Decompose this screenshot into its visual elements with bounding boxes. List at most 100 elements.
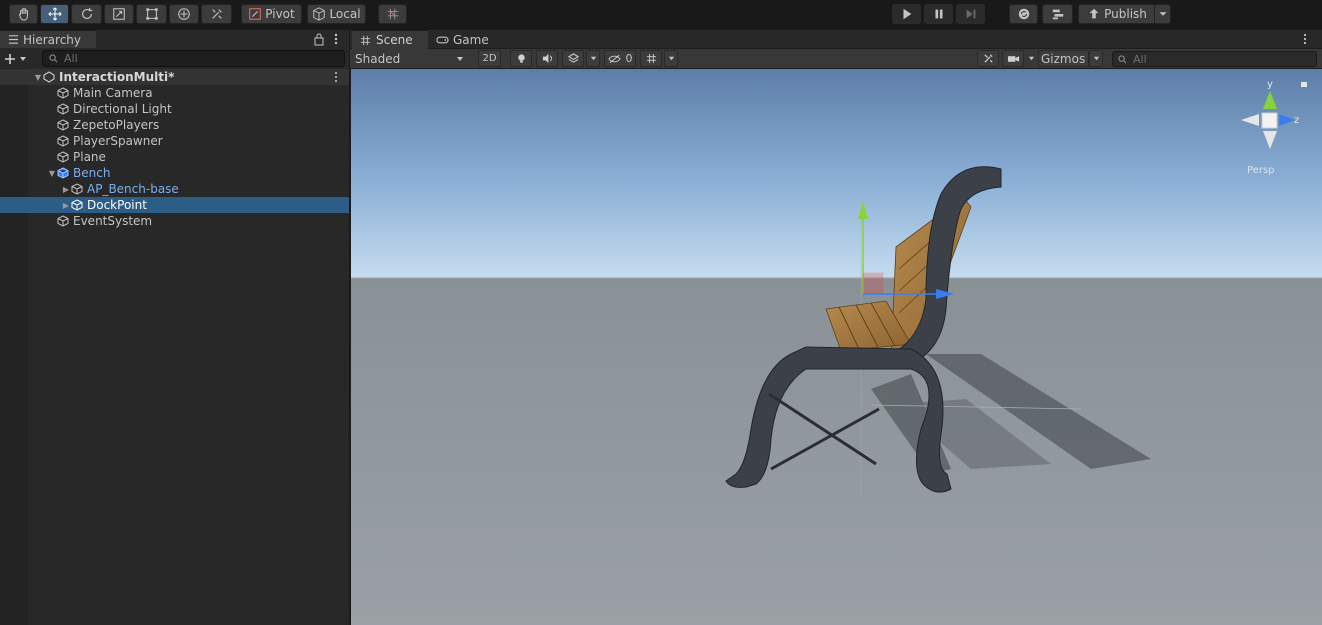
expand-arrow-icon[interactable]: ▼ xyxy=(33,73,43,82)
gameobject-cube-icon xyxy=(71,183,83,195)
grid-dropdown[interactable] xyxy=(664,50,678,67)
lock-icon[interactable] xyxy=(313,32,325,46)
camera-dropdown[interactable] xyxy=(1026,50,1036,67)
hierarchy-item-label: ZepetoPlayers xyxy=(73,118,160,132)
gameobject-cube-icon xyxy=(57,215,69,227)
hierarchy-item[interactable]: Plane xyxy=(0,149,349,165)
search-placeholder: All xyxy=(64,52,78,65)
game-tab-label: Game xyxy=(453,32,489,47)
hierarchy-item[interactable]: ZepetoPlayers xyxy=(0,117,349,133)
rotate-tool-button[interactable] xyxy=(71,4,102,24)
gizmos-dropdown[interactable] xyxy=(1089,50,1103,67)
tab-scene[interactable]: Scene xyxy=(352,30,428,49)
chevron-down-icon xyxy=(1159,12,1166,16)
scale-tool-button[interactable] xyxy=(104,4,134,24)
gameobject-cube-icon xyxy=(57,151,69,163)
prefab-cube-icon xyxy=(57,167,69,179)
sky xyxy=(351,69,1322,278)
play-button[interactable] xyxy=(892,4,921,24)
draw-mode-value: Shaded xyxy=(355,51,401,66)
scene-view-header: Scene Game xyxy=(350,30,1322,49)
collab-button[interactable] xyxy=(1009,4,1038,24)
publish-label: Publish xyxy=(1104,7,1147,21)
hierarchy-item-label: PlayerSpawner xyxy=(73,134,163,148)
scene-tools-button[interactable] xyxy=(977,50,999,67)
scene-camera-button[interactable] xyxy=(1002,50,1024,67)
eye-slash-icon xyxy=(607,54,621,63)
publish-dropdown[interactable] xyxy=(1154,4,1171,24)
main-toolbar: Pivot Local Publish xyxy=(0,0,1322,29)
chevron-down-icon xyxy=(668,56,674,61)
local-toggle[interactable]: Local xyxy=(307,4,366,24)
grid-toggle[interactable] xyxy=(640,50,662,67)
gizmos-label: Gizmos xyxy=(1041,51,1086,66)
gameobject-cube-icon xyxy=(57,119,69,131)
scene-kebab-icon[interactable] xyxy=(333,71,339,86)
scene-search-placeholder: All xyxy=(1133,52,1147,66)
scene-search-input[interactable]: All xyxy=(1112,51,1317,67)
scene-kebab-menu-icon[interactable] xyxy=(1302,33,1308,48)
tab-game[interactable]: Game xyxy=(430,30,500,49)
layers-button[interactable] xyxy=(1042,4,1073,24)
add-object-button[interactable] xyxy=(4,51,34,67)
hierarchy-item[interactable]: ▶ AP_Bench-base xyxy=(0,181,349,197)
hierarchy-search-input[interactable]: All xyxy=(42,50,345,67)
move-icon xyxy=(48,7,61,21)
transform-tool-button[interactable] xyxy=(169,4,199,24)
publish-button[interactable]: Publish xyxy=(1078,4,1156,24)
scene-render: y z Persp xyxy=(351,69,1322,625)
hierarchy-item-label: Bench xyxy=(73,166,111,180)
step-button[interactable] xyxy=(956,4,985,24)
audio-toggle[interactable] xyxy=(536,50,558,67)
gizmo-lock-icon[interactable] xyxy=(1301,82,1307,87)
hierarchy-item[interactable]: Directional Light xyxy=(0,101,349,117)
local-label: Local xyxy=(329,7,361,21)
custom-tool-button[interactable] xyxy=(201,4,232,24)
pause-button[interactable] xyxy=(924,4,953,24)
effects-toggle[interactable] xyxy=(562,50,584,67)
effects-dropdown[interactable] xyxy=(586,50,600,67)
projection-label[interactable]: Persp xyxy=(1247,165,1275,176)
scene-name: InteractionMulti* xyxy=(59,70,175,84)
kebab-menu-icon[interactable] xyxy=(331,32,341,46)
hierarchy-item[interactable]: Main Camera xyxy=(0,85,349,101)
scene-root-row[interactable]: ▼ InteractionMulti* xyxy=(0,69,349,85)
gizmos-toggle[interactable]: Gizmos xyxy=(1038,50,1089,67)
rect-tool-icon xyxy=(145,8,158,20)
list-icon xyxy=(8,35,19,44)
scene-tab-label: Scene xyxy=(376,33,413,47)
grid-icon xyxy=(360,35,371,45)
hierarchy-item[interactable]: ▼ Bench xyxy=(0,165,349,181)
grid-snap-button[interactable] xyxy=(378,4,407,24)
hierarchy-item[interactable]: PlayerSpawner xyxy=(0,133,349,149)
hidden-objects-toggle[interactable]: 0 xyxy=(604,50,636,67)
lighting-toggle[interactable] xyxy=(510,50,532,67)
collapse-arrow-icon[interactable]: ▶ xyxy=(61,201,71,210)
scene-viewport[interactable]: y z Persp xyxy=(350,69,1322,625)
gameobject-cube-icon xyxy=(57,135,69,147)
gamepad-icon xyxy=(436,36,449,43)
hierarchy-item[interactable]: EventSystem xyxy=(0,213,349,229)
2d-label: 2D xyxy=(482,53,497,64)
move-tool-button[interactable] xyxy=(40,4,69,24)
chevron-down-icon xyxy=(1028,56,1034,61)
plus-icon xyxy=(5,54,15,64)
pivot-toggle[interactable]: Pivot xyxy=(241,4,302,24)
upload-icon xyxy=(1089,8,1099,19)
hierarchy-item-label: AP_Bench-base xyxy=(87,182,179,196)
gameobject-cube-icon xyxy=(57,103,69,115)
chevron-down-icon xyxy=(20,57,26,61)
draw-mode-dropdown[interactable]: Shaded xyxy=(350,50,470,67)
hierarchy-item-label: Plane xyxy=(73,150,106,164)
hierarchy-item[interactable]: ▶ DockPoint xyxy=(0,197,349,213)
rect-tool-button[interactable] xyxy=(136,4,167,24)
hand-tool-button[interactable] xyxy=(9,4,38,24)
hand-icon xyxy=(18,8,28,21)
collapse-arrow-icon[interactable]: ▶ xyxy=(61,185,71,194)
expand-arrow-icon[interactable]: ▼ xyxy=(47,169,57,178)
hierarchy-item-label: DockPoint xyxy=(87,198,147,212)
tab-hierarchy[interactable]: Hierarchy xyxy=(0,30,96,48)
search-icon xyxy=(1118,54,1127,63)
2d-toggle[interactable]: 2D xyxy=(478,50,501,67)
play-icon xyxy=(903,8,911,20)
